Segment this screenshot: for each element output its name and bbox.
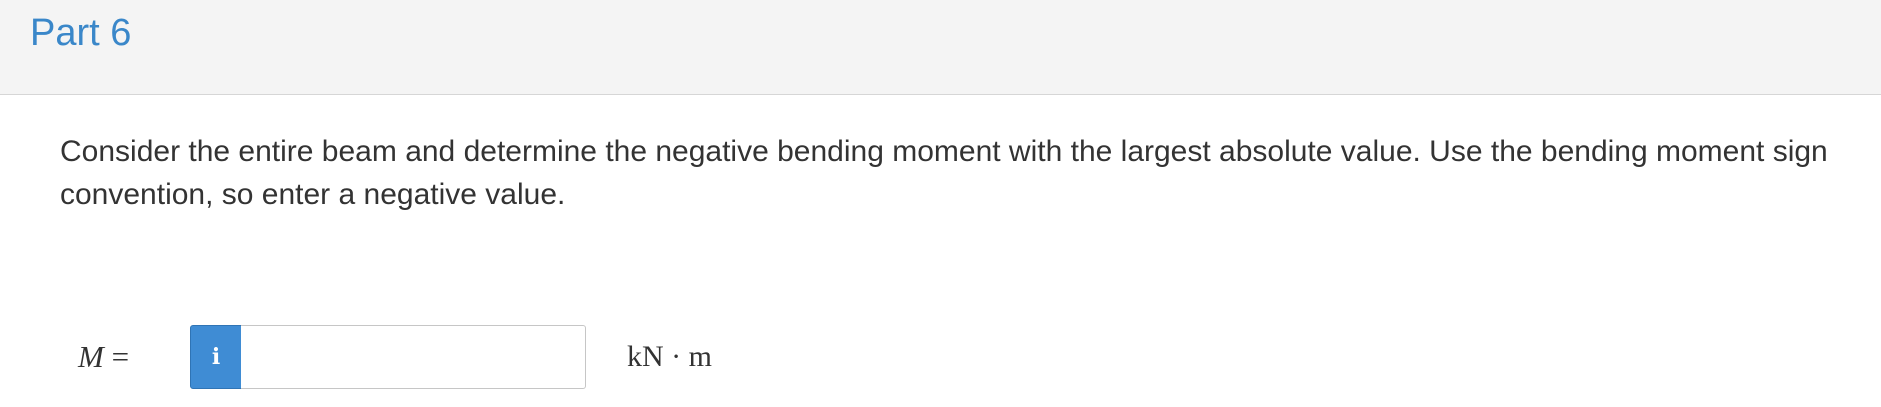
part-header: Part 6 bbox=[0, 0, 1881, 95]
variable-label: M = bbox=[78, 337, 129, 377]
variable-symbol: M bbox=[78, 339, 104, 374]
equals-sign: = bbox=[111, 339, 130, 374]
info-icon: i bbox=[211, 344, 221, 370]
question-text: Consider the entire beam and determine t… bbox=[60, 135, 1828, 211]
answer-row: M = i kN · m bbox=[0, 325, 1881, 390]
unit-label: kN · m bbox=[627, 340, 712, 373]
answer-input[interactable] bbox=[241, 325, 586, 389]
info-button[interactable]: i bbox=[190, 325, 242, 389]
part-title: Part 6 bbox=[30, 12, 132, 54]
